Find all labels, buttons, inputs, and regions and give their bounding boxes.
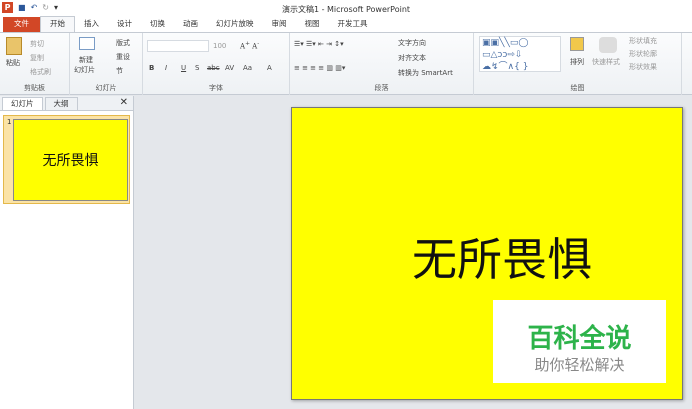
watermark-title: 百科全说 [527,324,632,354]
arrange-icon[interactable] [570,37,584,51]
grow-font-icon[interactable]: A+ A- [240,41,259,50]
thumbnail-text: 无所畏惧 [13,119,128,201]
slide-text[interactable]: 无所畏惧 [292,223,682,288]
font-group: 100 A+ A- B I U S abc AV Aa A 字体 [143,33,290,95]
tab-slides[interactable]: 幻灯片 [2,97,43,110]
change-case-button[interactable]: Aa [243,64,252,72]
shadow-button[interactable]: S [195,64,199,72]
paste-icon[interactable] [6,37,22,55]
tab-review[interactable]: 审阅 [263,17,296,32]
tab-animations[interactable]: 动画 [174,17,207,32]
tab-insert[interactable]: 插入 [75,17,108,32]
tab-design[interactable]: 设计 [108,17,141,32]
group-label: 剪贴板 [24,84,45,92]
tab-view[interactable]: 视图 [296,17,329,32]
paste-button[interactable]: 粘贴 [6,58,20,68]
font-size-select[interactable]: 100 [213,42,226,50]
ribbon: 粘贴 剪切 复制 格式刷 剪贴板 新建 幻灯片 版式 重设 节 幻灯片 100 … [0,33,692,95]
convert-smartart-button[interactable]: 转换为 SmartArt [398,68,453,78]
pane-tabs: 幻灯片 大纲 ✕ [0,96,133,111]
tab-home[interactable]: 开始 [40,16,75,32]
section-button[interactable]: 节 [116,66,123,76]
align-icons[interactable]: ≡ ≡ ≡ ≡ ▥ ▥▾ [294,64,345,72]
shape-outline-button[interactable]: 形状轮廓 [629,49,657,59]
italic-button[interactable]: I [165,64,167,72]
shape-effects-button[interactable]: 形状效果 [629,62,657,72]
cut-button[interactable]: 剪切 [30,39,44,49]
format-painter-button[interactable]: 格式刷 [30,67,51,77]
new-slide-button[interactable]: 新建 [79,55,93,65]
new-slide-label[interactable]: 幻灯片 [74,65,95,75]
clipboard-group: 粘贴 剪切 复制 格式刷 剪贴板 [0,33,70,95]
new-slide-icon[interactable] [79,37,95,50]
group-label: 幻灯片 [95,84,117,92]
watermark-subtitle: 助你轻松解决 [534,356,625,374]
align-text-button[interactable]: 对齐文本 [398,53,426,63]
ribbon-tabs: 文件 开始 插入 设计 切换 动画 幻灯片放映 审阅 视图 开发工具 [0,16,692,33]
title-bar: P ■ ↶ ↻ ▾ 演示文稿1 - Microsoft PowerPoint [0,0,692,17]
font-color-button[interactable]: A [267,64,272,72]
layout-button[interactable]: 版式 [116,38,130,48]
underline-button[interactable]: U [181,64,186,72]
tab-outline[interactable]: 大纲 [44,97,78,110]
window-title: 演示文稿1 - Microsoft PowerPoint [281,5,411,14]
shapes-gallery[interactable]: ▣▣╲╲▭◯ ▭△ↄↄ⇨⇩ ☁↯⌒∧{ } [479,36,561,72]
bullets-icon[interactable]: ☰▾ ☰▾ ⇤ ⇥ ↕▾ [294,40,344,48]
quick-styles-button[interactable]: 快速样式 [592,57,620,67]
tab-slideshow[interactable]: 幻灯片放映 [207,17,263,32]
close-icon[interactable]: ✕ [120,97,128,108]
quick-styles-icon[interactable] [599,37,617,53]
text-direction-button[interactable]: 文字方向 [398,38,426,48]
slide-thumbnail[interactable]: 1 无所畏惧 [3,115,130,204]
tab-transitions[interactable]: 切换 [141,17,174,32]
group-label: 绘图 [570,84,585,92]
slide-number: 1 [7,118,12,126]
copy-button[interactable]: 复制 [30,53,44,63]
slides-group: 新建 幻灯片 版式 重设 节 幻灯片 [70,33,143,95]
arrange-button[interactable]: 排列 [570,57,584,67]
group-label: 字体 [209,84,223,92]
paragraph-group: ☰▾ ☰▾ ⇤ ⇥ ↕▾ ≡ ≡ ≡ ≡ ▥ ▥▾ 文字方向 对齐文本 转换为 … [290,33,474,95]
tab-file[interactable]: 文件 [3,17,40,32]
shape-fill-button[interactable]: 形状填充 [629,36,657,46]
font-name-select[interactable] [147,40,209,52]
bold-button[interactable]: B [149,64,154,72]
strikethrough-button[interactable]: abc [207,64,220,72]
slides-pane: 幻灯片 大纲 ✕ 1 无所畏惧 [0,96,134,409]
group-label: 段落 [374,84,389,92]
watermark: 百科全说 助你轻松解决 [493,300,666,383]
reset-button[interactable]: 重设 [116,52,130,62]
char-spacing-button[interactable]: AV [225,64,234,72]
drawing-group: ▣▣╲╲▭◯ ▭△ↄↄ⇨⇩ ☁↯⌒∧{ } 排列 快速样式 形状填充 形状轮廓 形状… [474,33,682,95]
tab-developer[interactable]: 开发工具 [329,17,377,32]
